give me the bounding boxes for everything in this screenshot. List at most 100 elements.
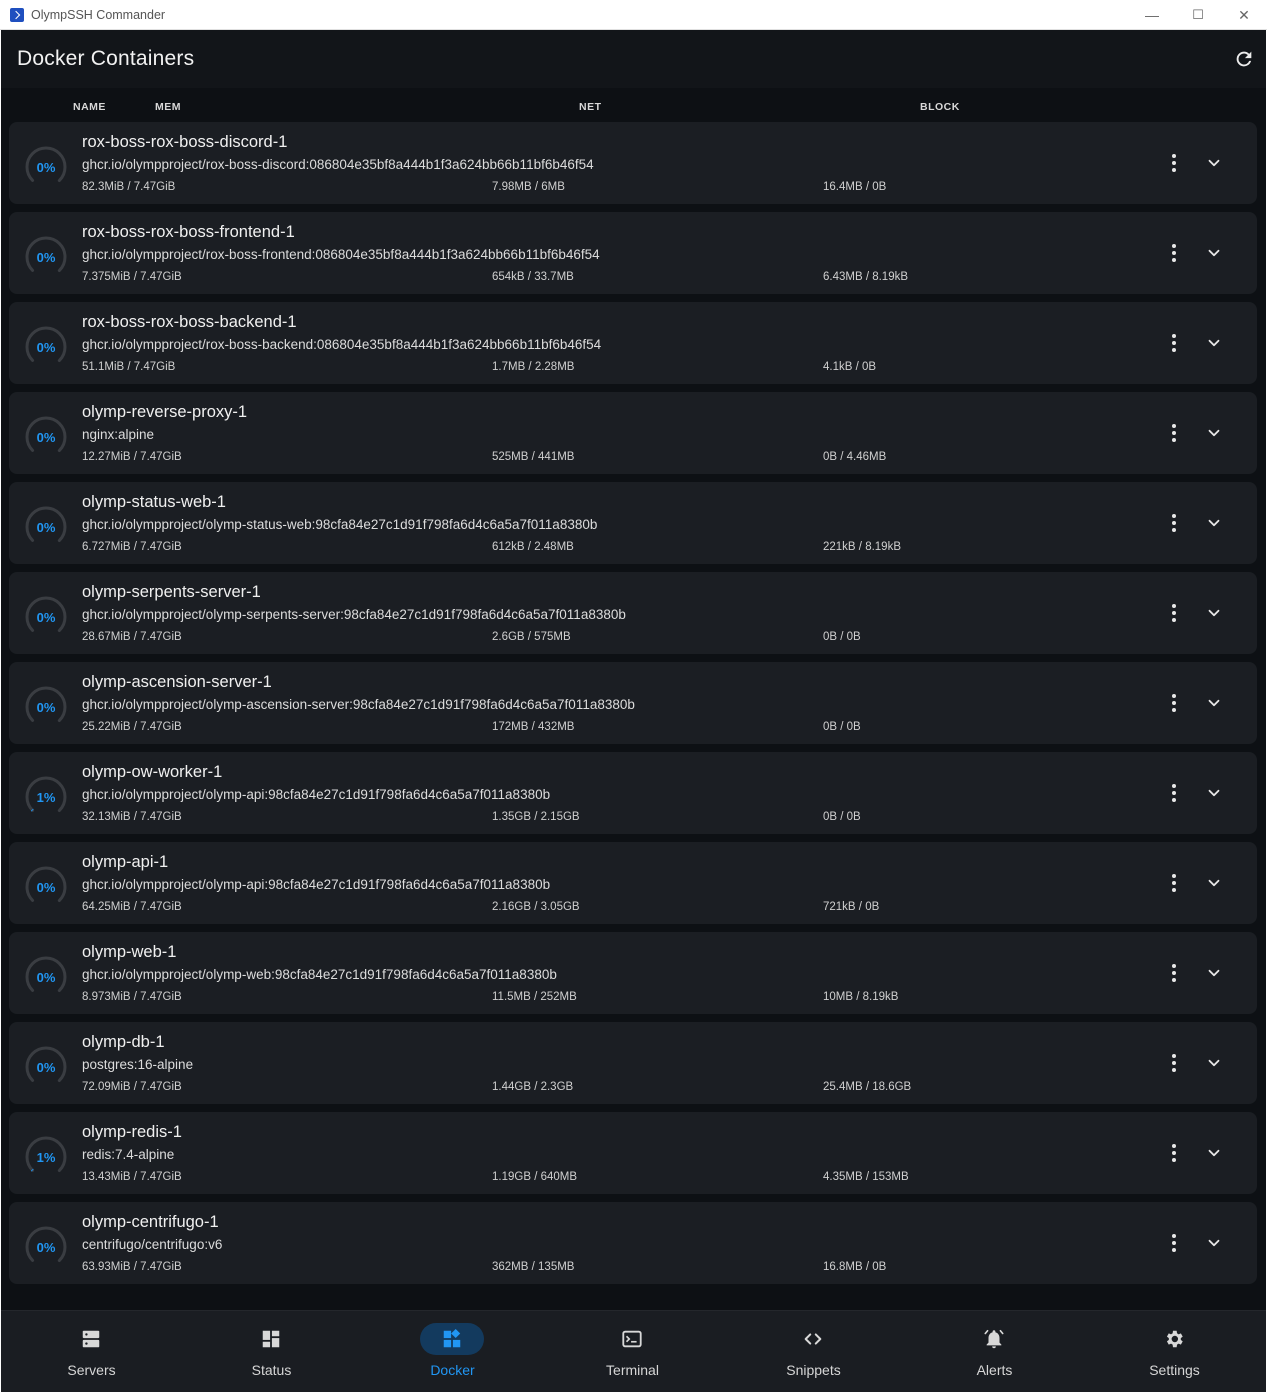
container-block: 0B / 0B bbox=[823, 811, 861, 823]
more-vert-icon bbox=[1172, 244, 1176, 248]
container-mem: 82.3MiB / 7.47GiB bbox=[82, 181, 176, 193]
container-image: ghcr.io/olympproject/rox-boss-frontend:0… bbox=[82, 247, 600, 262]
expand-button[interactable] bbox=[1202, 241, 1226, 265]
container-card[interactable]: 0% rox-boss-rox-boss-backend-1 ghcr.io/oly… bbox=[9, 302, 1257, 384]
maximize-button[interactable]: ☐ bbox=[1175, 0, 1221, 30]
nav-item-servers[interactable]: Servers bbox=[1, 1311, 182, 1392]
container-card[interactable]: 1% olymp-ow-worker-1 ghcr.io/olympproject/… bbox=[9, 752, 1257, 834]
nav-item-snippets[interactable]: Snippets bbox=[723, 1311, 904, 1392]
page-title: Docker Containers bbox=[17, 47, 195, 70]
container-net: 7.98MB / 6MB bbox=[492, 181, 565, 193]
container-name: olymp-redis-1 bbox=[82, 1123, 182, 1141]
nav-label: Alerts bbox=[976, 1362, 1013, 1378]
container-card[interactable]: 1% olymp-redis-1 redis:7.4-alpine 13.43MiB … bbox=[9, 1112, 1257, 1194]
cpu-percent: 0% bbox=[36, 879, 56, 895]
chevron-down-icon bbox=[1208, 159, 1220, 167]
cpu-percent: 0% bbox=[36, 1239, 56, 1255]
more-options-button[interactable] bbox=[1163, 601, 1185, 625]
container-card[interactable]: 0% rox-boss-rox-boss-frontend-1 ghcr.io/ol… bbox=[9, 212, 1257, 294]
expand-button[interactable] bbox=[1202, 871, 1226, 895]
expand-button[interactable] bbox=[1202, 691, 1226, 715]
page-header: Docker Containers bbox=[1, 30, 1266, 88]
container-mem: 32.13MiB / 7.47GiB bbox=[82, 811, 182, 823]
expand-button[interactable] bbox=[1202, 1231, 1226, 1255]
container-mem: 51.1MiB / 7.47GiB bbox=[82, 361, 176, 373]
cpu-percent: 0% bbox=[36, 969, 56, 985]
container-block: 4.1kB / 0B bbox=[823, 361, 877, 373]
nav-item-terminal[interactable]: Terminal bbox=[542, 1311, 723, 1392]
more-options-button[interactable] bbox=[1163, 421, 1185, 445]
nav-label: Servers bbox=[67, 1362, 116, 1378]
container-image: ghcr.io/olympproject/olymp-ascension-ser… bbox=[82, 697, 635, 712]
container-mem: 64.25MiB / 7.47GiB bbox=[82, 901, 182, 913]
chevron-down-icon bbox=[1208, 1149, 1220, 1157]
more-vert-icon bbox=[1172, 964, 1176, 968]
more-vert-icon bbox=[1172, 1234, 1176, 1238]
container-card[interactable]: 0% olymp-api-1 ghcr.io/olympproject/olymp-… bbox=[9, 842, 1257, 924]
more-options-button[interactable] bbox=[1163, 691, 1185, 715]
container-mem: 8.973MiB / 7.47GiB bbox=[82, 991, 182, 1003]
minimize-button[interactable]: — bbox=[1129, 0, 1175, 30]
servers-icon bbox=[59, 1323, 123, 1355]
more-options-button[interactable] bbox=[1163, 1231, 1185, 1255]
container-name: rox-boss-rox-boss-discord-1 bbox=[82, 133, 288, 151]
container-net: 1.7MB / 2.28MB bbox=[492, 361, 575, 373]
more-options-button[interactable] bbox=[1163, 1051, 1185, 1075]
window-title: OlympSSH Commander bbox=[31, 7, 166, 22]
nav-label: Docker bbox=[430, 1362, 475, 1378]
more-options-button[interactable] bbox=[1163, 871, 1185, 895]
container-card[interactable]: 0% rox-boss-rox-boss-discord-1 ghcr.io/oly… bbox=[9, 122, 1257, 204]
container-block: 6.43MB / 8.19kB bbox=[823, 271, 909, 283]
expand-button[interactable] bbox=[1202, 1051, 1226, 1075]
more-options-button[interactable] bbox=[1163, 781, 1185, 805]
window-controls: — ☐ ✕ bbox=[1129, 0, 1267, 30]
column-header-mem: MEM bbox=[155, 101, 181, 113]
expand-button[interactable] bbox=[1202, 961, 1226, 985]
container-name: olymp-reverse-proxy-1 bbox=[82, 403, 248, 421]
more-options-button[interactable] bbox=[1163, 961, 1185, 985]
nav-item-status[interactable]: Status bbox=[181, 1311, 362, 1392]
app-body: Docker Containers NAME MEM NET BLOCK 0% r… bbox=[1, 30, 1266, 1392]
dashboard-icon bbox=[239, 1323, 303, 1355]
container-card[interactable]: 0% olymp-centrifugo-1 centrifugo/centrifug… bbox=[9, 1202, 1257, 1284]
cpu-percent: 1% bbox=[36, 789, 56, 805]
chevron-down-icon bbox=[1208, 519, 1220, 527]
more-options-button[interactable] bbox=[1163, 241, 1185, 265]
container-block: 10MB / 8.19kB bbox=[823, 991, 899, 1003]
chevron-down-icon bbox=[1208, 249, 1220, 257]
container-card[interactable]: 0% olymp-reverse-proxy-1 nginx:alpine 12.27… bbox=[9, 392, 1257, 474]
more-options-button[interactable] bbox=[1163, 1141, 1185, 1165]
close-button[interactable]: ✕ bbox=[1221, 0, 1267, 30]
expand-button[interactable] bbox=[1202, 601, 1226, 625]
more-options-button[interactable] bbox=[1163, 511, 1185, 535]
expand-button[interactable] bbox=[1202, 1141, 1226, 1165]
nav-item-settings[interactable]: Settings bbox=[1084, 1311, 1265, 1392]
container-card[interactable]: 0% olymp-ascension-server-1 ghcr.io/olympp… bbox=[9, 662, 1257, 744]
expand-button[interactable] bbox=[1202, 511, 1226, 535]
gear-icon bbox=[1142, 1323, 1206, 1355]
more-options-button[interactable] bbox=[1163, 331, 1185, 355]
container-card[interactable]: 0% olymp-status-web-1 ghcr.io/olympproject… bbox=[9, 482, 1257, 564]
container-mem: 7.375MiB / 7.47GiB bbox=[82, 271, 182, 283]
container-card[interactable]: 0% olymp-serpents-server-1 ghcr.io/olymppr… bbox=[9, 572, 1257, 654]
more-vert-icon bbox=[1172, 1054, 1176, 1058]
container-net: 2.16GB / 3.05GB bbox=[492, 901, 580, 913]
container-block: 0B / 0B bbox=[823, 721, 861, 733]
container-name: olymp-web-1 bbox=[82, 943, 177, 961]
expand-button[interactable] bbox=[1202, 781, 1226, 805]
container-image: ghcr.io/olympproject/rox-boss-backend:08… bbox=[82, 337, 602, 352]
expand-button[interactable] bbox=[1202, 151, 1226, 175]
cpu-percent: 0% bbox=[36, 159, 56, 175]
nav-item-docker[interactable]: Docker bbox=[362, 1311, 543, 1392]
refresh-button[interactable] bbox=[1232, 47, 1256, 71]
container-card[interactable]: 0% olymp-web-1 ghcr.io/olympproject/olymp-… bbox=[9, 932, 1257, 1014]
expand-button[interactable] bbox=[1202, 331, 1226, 355]
expand-button[interactable] bbox=[1202, 421, 1226, 445]
container-block: 0B / 0B bbox=[823, 631, 861, 643]
more-options-button[interactable] bbox=[1163, 151, 1185, 175]
container-card[interactable]: 0% olymp-db-1 postgres:16-alpine 72.09MiB /… bbox=[9, 1022, 1257, 1104]
cpu-percent: 0% bbox=[36, 1059, 56, 1075]
chevron-down-icon bbox=[1208, 609, 1220, 617]
container-name: olymp-ascension-server-1 bbox=[82, 673, 272, 691]
nav-item-alerts[interactable]: Alerts bbox=[904, 1311, 1085, 1392]
